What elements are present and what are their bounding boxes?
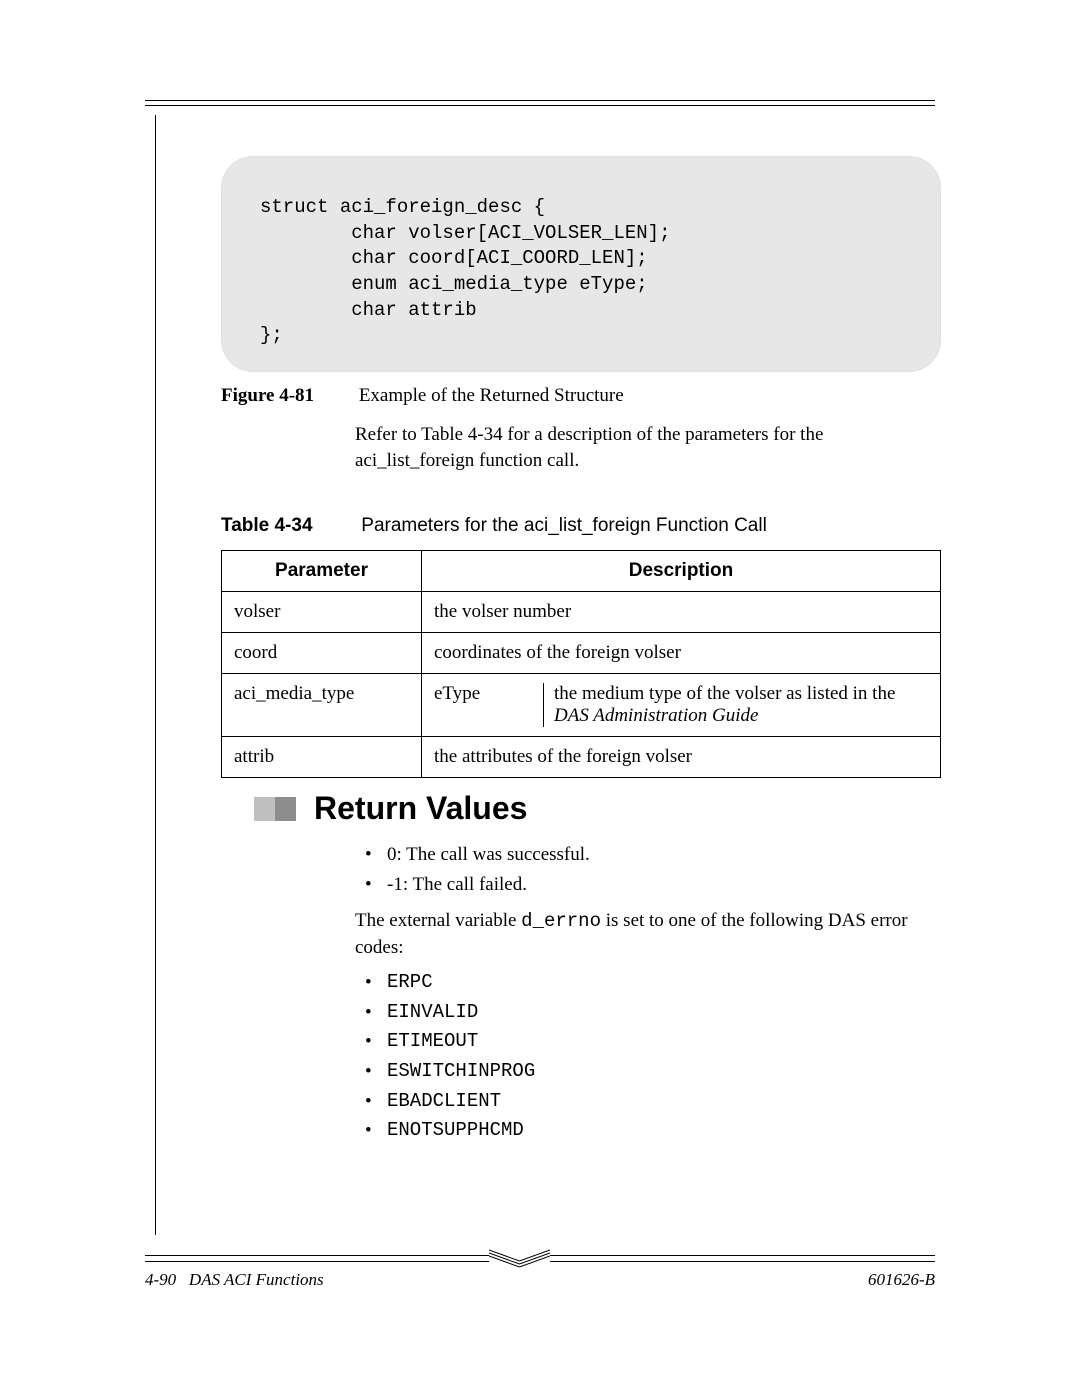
table-caption-text: Parameters for the aci_list_foreign Func… — [361, 515, 767, 536]
list-item: EBADCLIENT — [355, 1089, 935, 1115]
para-text: The external variable — [355, 910, 521, 931]
footer-rule — [145, 1255, 935, 1265]
list-item: ENOTSUPPHCMD — [355, 1118, 935, 1144]
td-sub-text: the medium type of the volser as listed … — [554, 683, 895, 704]
heading-text: Return Values — [314, 790, 527, 827]
td-sub-ital: DAS Administration Guide — [554, 705, 758, 726]
list-item: ESWITCHINPROG — [355, 1059, 935, 1085]
footer-page: 4-90 — [145, 1270, 176, 1289]
inline-code: d_errno — [521, 910, 601, 932]
td-desc: coordinates of the foreign volser — [422, 633, 941, 674]
th-parameter: Parameter — [222, 551, 422, 592]
return-values-list: 0: The call was successful. -1: The call… — [355, 842, 935, 901]
table-header-row: Parameter Description — [222, 551, 941, 592]
list-item: ERPC — [355, 970, 935, 996]
td-param: coord — [222, 633, 422, 674]
td-subcell-1: eType — [434, 683, 544, 727]
list-item: EINVALID — [355, 1000, 935, 1026]
table-caption: Table 4-34 Parameters for the aci_list_f… — [221, 515, 767, 537]
td-param: attrib — [222, 737, 422, 778]
figure-label: Figure 4-81 — [221, 385, 314, 406]
list-item: 0: The call was successful. — [355, 842, 935, 868]
figure-caption-text: Example of the Returned Structure — [359, 385, 624, 406]
return-values-heading: Return Values — [254, 790, 527, 827]
vertical-rule — [155, 115, 156, 1235]
heading-mark-icon — [254, 797, 296, 821]
td-desc: eType the medium type of the volser as l… — [422, 674, 941, 737]
th-description: Description — [422, 551, 941, 592]
table-row: volser the volser number — [222, 592, 941, 633]
list-item: -1: The call failed. — [355, 872, 935, 898]
list-item: ETIMEOUT — [355, 1029, 935, 1055]
error-codes-list: ERPC EINVALID ETIMEOUT ESWITCHINPROG EBA… — [355, 970, 935, 1148]
footer-ornament-icon — [489, 1249, 550, 1269]
td-param: aci_media_type — [222, 674, 422, 737]
figure-body: Refer to Table 4-34 for a description of… — [355, 422, 935, 473]
code-block: struct aci_foreign_desc { char volser[AC… — [221, 156, 941, 372]
figure-caption: Figure 4-81 Example of the Returned Stru… — [221, 385, 624, 407]
footer-left: 4-90 DAS ACI Functions — [145, 1270, 324, 1290]
table-row: aci_media_type eType the medium type of … — [222, 674, 941, 737]
table-label: Table 4-34 — [221, 515, 313, 536]
td-desc: the attributes of the foreign volser — [422, 737, 941, 778]
footer-section: DAS ACI Functions — [189, 1270, 324, 1289]
errno-paragraph: The external variable d_errno is set to … — [355, 908, 935, 960]
table-row: attrib the attributes of the foreign vol… — [222, 737, 941, 778]
top-double-rule — [145, 100, 935, 106]
td-desc: the volser number — [422, 592, 941, 633]
table-row: coord coordinates of the foreign volser — [222, 633, 941, 674]
td-subcell-2: the medium type of the volser as listed … — [554, 683, 928, 727]
footer-right: 601626-B — [868, 1270, 935, 1290]
parameters-table: Parameter Description volser the volser … — [221, 550, 941, 778]
td-param: volser — [222, 592, 422, 633]
